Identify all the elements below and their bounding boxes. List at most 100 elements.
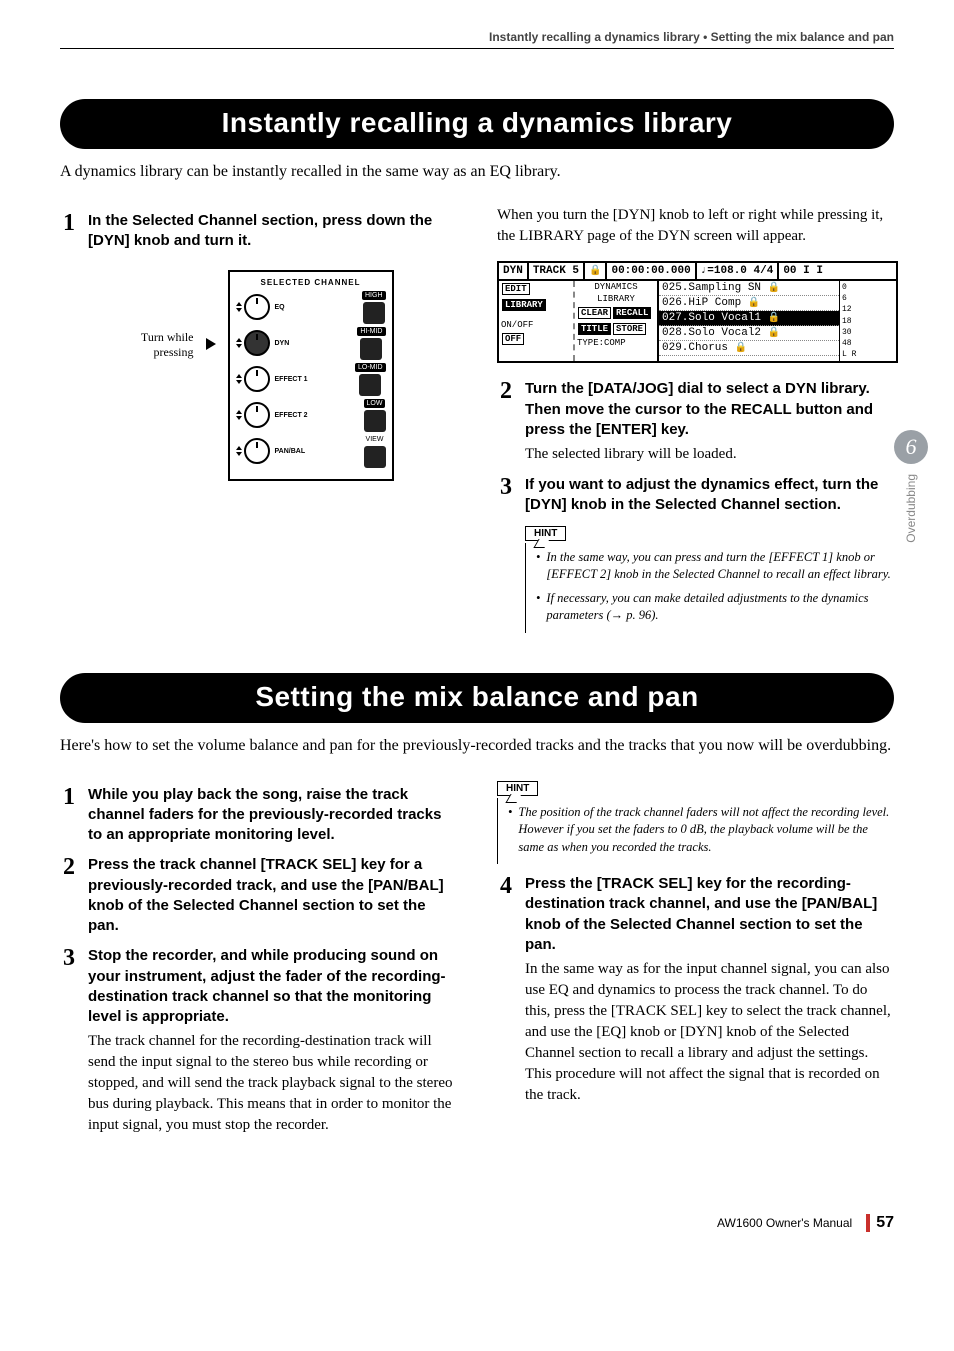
screen-mid-title2: LIBRARY [575,293,657,305]
arrow-right-icon [206,338,216,350]
step-heading: Press the track channel [TRACK SEL] key … [88,855,457,936]
screen-meter-scale: 0 6 12 18 30 48 L R [840,281,896,361]
panel-row-effect1: EFFECT 1 LO-MID [236,363,386,396]
square-button-icon [363,302,385,324]
screen-mid-title1: DYNAMICS [575,281,657,293]
knob-label: PAN/BAL [275,448,306,455]
screen-button-recall: RECALL [613,307,651,319]
sec1-right-intro: When you turn the [DYN] knob to left or … [497,205,894,247]
library-item: 025.Sampling SN 🔒 [659,281,839,296]
page-footer: AW1600 Owner's Manual 57 [60,1214,894,1232]
knob-label: EFFECT 2 [275,412,308,419]
square-button-icon [364,410,386,432]
screen-button-store: STORE [613,323,646,335]
hint-list: The position of the track channel faders… [497,798,894,865]
knob-label: EFFECT 1 [275,376,308,383]
sec2-step-4: 4 Press the [TRACK SEL] key for the reco… [497,874,894,955]
step-number: 3 [497,475,515,499]
hint-tag: HINT [525,526,566,541]
library-item: 029.Chorus 🔒 [659,341,839,356]
step-body: The track channel for the recording-dest… [88,1031,457,1136]
hint-list: In the same way, you can press and turn … [525,543,894,633]
lock-icon: 🔒 [768,283,780,294]
sec2-step-3: 3 Stop the recorder, and while producing… [60,946,457,1027]
screen-meter-top: 00 I I [779,263,827,279]
button-label: HIGH [362,291,386,300]
chapter-side-tab: 6 Overdubbing [894,430,928,543]
knob-label: DYN [275,340,290,347]
selected-channel-panel: SELECTED CHANNEL EQ HIGH D [228,270,394,481]
manual-title: AW1600 Owner's Manual [717,1216,852,1230]
sec1-step-3: 3 If you want to adjust the dynamics eff… [497,475,894,516]
library-item: 026.HiP Comp 🔒 [659,296,839,311]
chapter-number-badge: 6 [894,430,928,464]
step-body: In the same way as for the input channel… [525,959,894,1106]
section-intro-mix: Here's how to set the volume balance and… [60,737,894,755]
screen-tab: EDIT [502,283,530,295]
page-number: 57 [866,1214,894,1232]
screen-type-label: TYPE:COMP [575,337,657,349]
button-label: VIEW [364,435,386,444]
figure-caption: Turn while pressing [124,330,194,361]
knob-icon [244,438,270,464]
step-number: 1 [60,211,78,235]
screen-time: 00:00:00.000 [607,263,696,279]
step-heading: If you want to adjust the dynamics effec… [525,475,894,516]
selected-channel-figure: Turn while pressing SELECTED CHANNEL EQ … [60,270,457,481]
step-heading: While you play back the song, raise the … [88,785,457,846]
button-label: HI-MID [357,327,385,336]
screen-tempo: ♩=108.0 4/4 [697,263,780,279]
screen-track: TRACK 5 [529,263,585,279]
panel-row-panbal: PAN/BAL VIEW [236,435,386,468]
chapter-name-vertical: Overdubbing [904,474,918,543]
screen-name: DYN [499,263,529,279]
lock-icon: 🔒 [748,298,760,309]
hint-tag: HINT [497,781,538,796]
square-button-icon [359,374,381,396]
hint-item: If necessary, you can make detailed adju… [546,590,894,625]
dyn-library-screen: DYN TRACK 5 🔒 00:00:00.000 ♩=108.0 4/4 0… [497,261,894,363]
running-header: Instantly recalling a dynamics library •… [60,30,894,49]
knob-icon [244,330,270,356]
hint-item: The position of the track channel faders… [518,804,894,857]
lock-icon: 🔒 [735,343,747,354]
panel-row-dyn: DYN HI-MID [236,327,386,360]
sec2-step-2: 2 Press the track channel [TRACK SEL] ke… [60,855,457,936]
square-button-icon [360,338,382,360]
screen-tab-selected: LIBRARY [502,299,546,311]
sec1-step-2: 2 Turn the [DATA/JOG] dial to select a D… [497,379,894,440]
library-item-selected: 027.Solo Vocal1 🔒 [659,311,839,326]
knob-icon [244,366,270,392]
step-number: 2 [60,855,78,879]
knob-label: EQ [275,304,285,311]
lock-icon: 🔒 [585,263,607,279]
panel-header: SELECTED CHANNEL [236,278,386,287]
panel-row-eq: EQ HIGH [236,291,386,324]
section-title-mix: Setting the mix balance and pan [60,673,894,723]
knob-icon [244,294,270,320]
screen-button-clear: CLEAR [578,307,611,319]
step-heading: Turn the [DATA/JOG] dial to select a DYN… [525,379,894,440]
step-body: The selected library will be loaded. [525,444,894,465]
library-item: 028.Solo Vocal2 🔒 [659,326,839,341]
step-heading: Press the [TRACK SEL] key for the record… [525,874,894,955]
lock-icon: 🔒 [768,328,780,339]
section-intro-dynamics: A dynamics library can be instantly reca… [60,163,894,181]
sec2-step-1: 1 While you play back the song, raise th… [60,785,457,846]
step-number: 1 [60,785,78,809]
step-heading: Stop the recorder, and while producing s… [88,946,457,1027]
knob-icon [244,402,270,428]
button-label: LOW [364,399,386,408]
button-label: LO-MID [355,363,386,372]
step-heading: In the Selected Channel section, press d… [88,211,457,252]
square-button-icon [364,446,386,468]
section-title-dynamics: Instantly recalling a dynamics library [60,99,894,149]
lock-icon: 🔒 [768,313,780,324]
step-number: 2 [497,379,515,403]
screen-tab: OFF [502,333,524,345]
hint-item: In the same way, you can press and turn … [546,549,894,584]
panel-row-effect2: EFFECT 2 LOW [236,399,386,432]
screen-button-title: TITLE [578,323,611,335]
step-number: 3 [60,946,78,970]
step-number: 4 [497,874,515,898]
